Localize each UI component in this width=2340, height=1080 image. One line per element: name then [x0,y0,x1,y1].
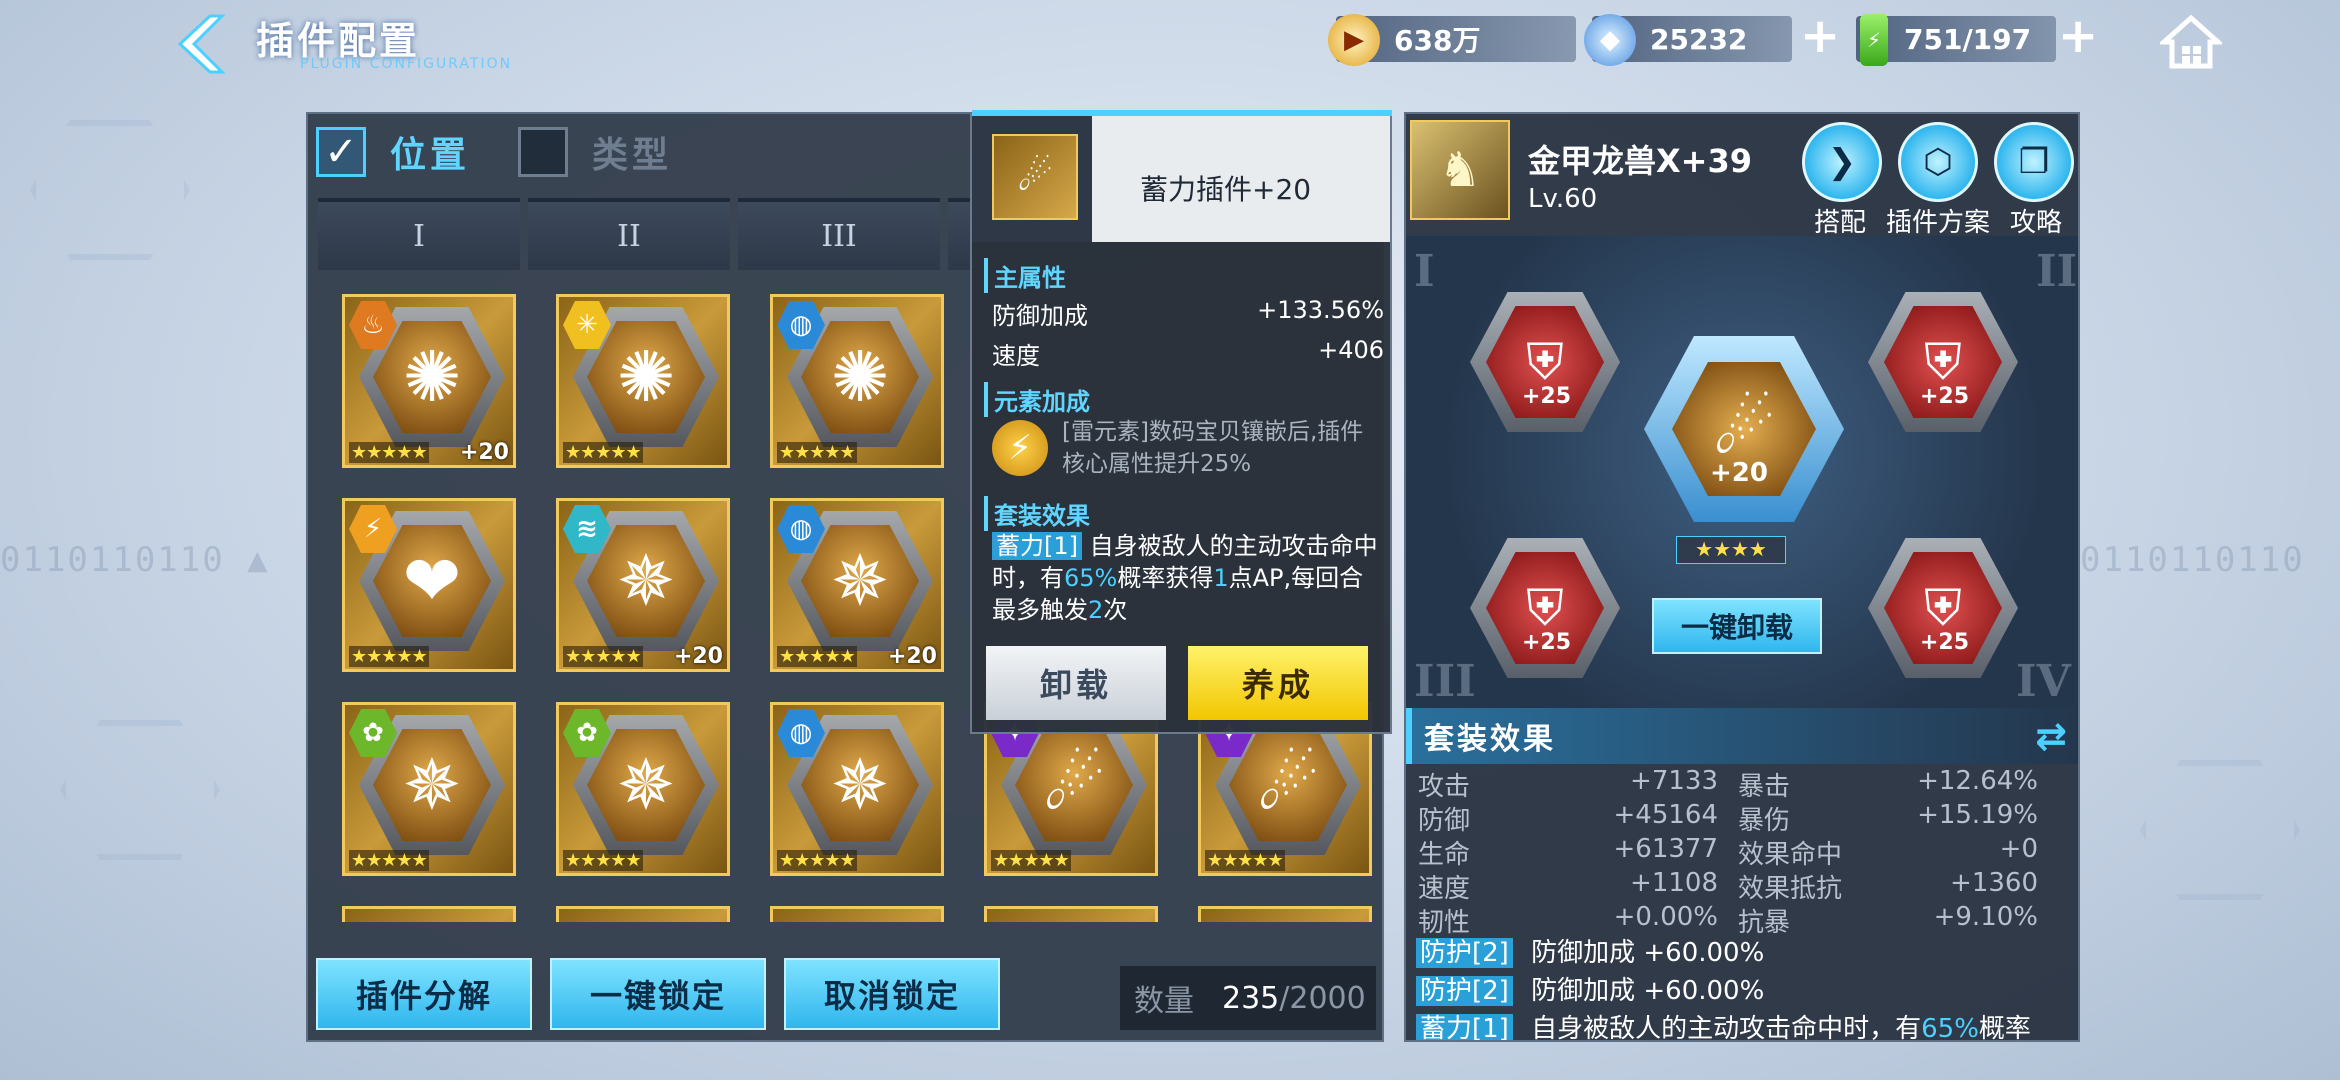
resource-battery: ⚡ 751/197 [1856,14,2056,66]
tab-slot-2[interactable]: II [528,198,730,270]
background-hex [2140,760,2300,900]
plugin-slot-2[interactable]: ⛨ +25 [1868,292,2018,432]
plugin-slot-board: I II III IV ⛨ +25 ⛨ +25 ⛨ +25 ⛨ +25 ☄ +2… [1406,236,2078,716]
attr-row: 速度 +406 [992,336,1384,370]
set-effect-title: 套装效果 [984,496,1090,531]
thunder-element-icon: ⚡ [992,420,1048,476]
stat-row: 生命 +61377 [1418,834,1718,870]
match-icon[interactable]: ❯ [1802,122,1882,202]
stat-row: 暴击 +12.64% [1738,766,2038,802]
digimon-name: 金甲龙兽X+39 [1528,142,1753,180]
plugin-card[interactable] [1198,906,1372,922]
top-bar: 插件配置 PLUGIN CONFIGURATION ▶ 638万 ◆ 25232… [0,0,2340,75]
checkbox-unchecked-icon[interactable] [518,127,568,177]
resource-coin: ▶ 638万 [1328,14,1576,66]
stat-row: 防御 +45164 [1418,800,1718,836]
set-effect-header: 套装效果 ⇄ [1406,708,2078,764]
plugin-card[interactable] [342,906,516,922]
coin-icon: ▶ [1328,14,1380,66]
add-crystal-button[interactable]: + [1800,12,1840,60]
plugin-card[interactable]: ✵ ✿ ★★★★★ [556,702,730,876]
element-bonus-text: [雷元素]数码宝贝镶嵌后,插件核心属性提升25% [1062,419,1364,477]
decompose-button[interactable]: 插件分解 [316,958,532,1030]
swap-icon[interactable]: ⇄ [2035,714,2070,758]
plugin-card[interactable]: ✺ ✳ ★★★★★ [556,294,730,468]
background-binary-text: 0110110110 ▲ [0,540,270,580]
filter-type[interactable]: 类型 [518,124,672,180]
plugin-plan-label: 插件方案 [1886,208,1991,238]
page-subtitle: PLUGIN CONFIGURATION [300,56,513,72]
stat-row: 效果抵抗 +1360 [1738,868,2038,904]
background-hex [30,120,190,260]
crystal-icon: ◆ [1584,14,1636,66]
develop-plugin-button[interactable]: 养成 [1188,646,1368,720]
background-binary-text: 0110110110 [2080,540,2305,580]
digimon-loadout-panel: ♞ 金甲龙兽X+39 Lv.60 ❯ 搭配 ⬡ 插件方案 ❐ 攻略 I II I… [1404,112,2080,1042]
plugin-card[interactable]: ❤ ⚡ ★★★★★ [342,498,516,672]
unload-all-button[interactable]: 一键卸载 [1652,598,1822,654]
lock-all-button[interactable]: 一键锁定 [550,958,766,1030]
filter-position[interactable]: ✓ 位置 [316,124,470,180]
stat-row: 韧性 +0.00% [1418,902,1718,938]
guide-icon[interactable]: ❐ [1994,122,2074,202]
plugin-card[interactable]: ✵ ◍ ★★★★★ +20 [770,498,944,672]
plugin-slot-3[interactable]: ⛨ +25 [1470,538,1620,678]
tab-slot-3[interactable]: III [738,198,940,270]
set-effect-text: 蓄力[1] 自身被敌人的主动攻击命中时，有65%概率获得1点AP,每回合最多触发… [992,532,1378,624]
plugin-thumb-icon: ☄ [992,134,1078,220]
attr-row: 防御加成 +133.56% [992,296,1384,330]
plugin-card[interactable] [984,906,1158,922]
plugin-detail-tooltip: ☄ 蓄力插件+20 主属性 防御加成 +133.56% 速度 +406 元素加成… [970,110,1392,734]
digimon-level: Lv.60 [1528,184,1598,214]
add-energy-button[interactable]: + [2058,12,2098,60]
tooltip-plugin-name: 蓄力插件+20 [1140,173,1312,206]
plugin-card[interactable]: ✵ ◍ ★★★★★ [770,702,944,876]
guide-label: 攻略 [2010,208,2063,238]
tab-slot-1[interactable]: I [318,198,520,270]
stat-row: 速度 +1108 [1418,868,1718,904]
digimon-avatar[interactable]: ♞ [1410,120,1510,220]
set-line: 蓄力[1] 自身被敌人的主动攻击命中时，有65%概率 [1416,1008,2031,1040]
set-line: 防护[2] 防御加成 +60.00% [1416,970,1764,1007]
element-bonus-title: 元素加成 [984,382,1090,417]
stat-row: 效果命中 +0 [1738,834,2038,870]
plugin-count: 数量 235 /2000 [1120,966,1376,1030]
main-attr-title: 主属性 [984,258,1066,293]
stat-row: 攻击 +7133 [1418,766,1718,802]
plugin-plan-icon[interactable]: ⬡ [1898,122,1978,202]
battery-icon: ⚡ [1860,14,1888,66]
unload-plugin-button[interactable]: 卸载 [986,646,1166,720]
plugin-card[interactable] [556,906,730,922]
plugin-slot-4[interactable]: ⛨ +25 [1868,538,2018,678]
match-label: 搭配 [1814,208,1867,238]
back-arrow-icon[interactable] [170,12,230,76]
stat-row: 暴伤 +15.19% [1738,800,2038,836]
checkbox-checked-icon[interactable]: ✓ [316,127,366,177]
plugin-card[interactable]: ✵ ≋ ★★★★★ +20 [556,498,730,672]
plugin-card[interactable] [770,906,944,922]
background-hex [60,720,220,860]
plugin-card[interactable]: ✺ ♨ ★★★★★ +20 [342,294,516,468]
plugin-slot-1[interactable]: ⛨ +25 [1470,292,1620,432]
set-line: 防护[2] 防御加成 +60.00% [1416,932,1764,969]
core-plugin-slot[interactable]: ☄ +20 [1644,336,1844,522]
stat-row: 抗暴 +9.10% [1738,902,2038,938]
plugin-card[interactable]: ✵ ✿ ★★★★★ [342,702,516,876]
core-stars: ★★★★ [1676,536,1786,564]
unlock-button[interactable]: 取消锁定 [784,958,1000,1030]
resource-crystal: ◆ 25232 [1584,14,1792,66]
home-icon[interactable] [2160,14,2222,70]
plugin-card[interactable]: ✺ ◍ ★★★★★ [770,294,944,468]
